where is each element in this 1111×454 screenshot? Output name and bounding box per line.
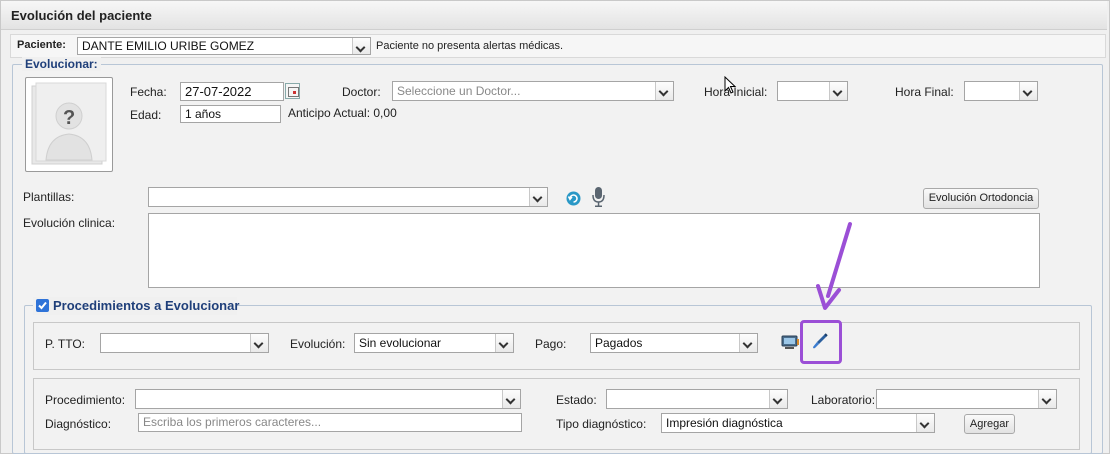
chevron-down-icon[interactable]: [352, 38, 370, 54]
hora-final-label: Hora Final:: [895, 85, 954, 99]
checkmark-icon: [38, 301, 47, 310]
svg-text:?: ?: [63, 107, 75, 129]
window-titlebar: Evolución del paciente: [1, 1, 1107, 30]
pago-select[interactable]: Pagados: [590, 333, 758, 353]
tipo-diagnostico-label: Tipo diagnóstico:: [556, 417, 647, 431]
calendar-icon[interactable]: [285, 83, 300, 99]
patient-select[interactable]: DANTE EMILIO URIBE GOMEZ: [77, 37, 371, 55]
chevron-down-icon[interactable]: [916, 414, 934, 432]
estado-label: Estado:: [556, 393, 597, 407]
chevron-down-icon[interactable]: [502, 390, 520, 408]
patient-label: Paciente:: [17, 39, 66, 51]
evolucion-filter-value: Sin evolucionar: [359, 336, 442, 350]
chevron-down-icon[interactable]: [1038, 390, 1056, 408]
diagnostico-placeholder: Escriba los primeros caracteres...: [143, 415, 322, 429]
evolucion-ortodoncia-button[interactable]: Evolución Ortodoncia: [923, 188, 1039, 209]
tipo-diagnostico-select[interactable]: Impresión diagnóstica: [661, 413, 935, 433]
patient-name: DANTE EMILIO URIBE GOMEZ: [82, 39, 255, 53]
avatar-placeholder-icon: ?: [31, 82, 107, 165]
pago-value: Pagados: [595, 336, 643, 350]
procedimiento-label: Procedimiento:: [45, 393, 126, 407]
monitor-icon[interactable]: [781, 335, 800, 350]
fecha-input[interactable]: 27-07-2022: [180, 82, 284, 101]
estado-select[interactable]: [606, 389, 788, 409]
chevron-down-icon[interactable]: [250, 334, 268, 352]
patient-photo: ?: [25, 77, 113, 172]
chevron-down-icon[interactable]: [769, 390, 787, 408]
microphone-icon[interactable]: [591, 186, 606, 208]
doctor-label: Doctor:: [342, 85, 381, 99]
evolve-legend: Evolucionar:: [22, 57, 101, 71]
window-title: Evolución del paciente: [11, 8, 152, 23]
agregar-button[interactable]: Agregar: [964, 414, 1015, 434]
mouse-cursor-icon: [724, 76, 737, 94]
procedimiento-select[interactable]: [135, 389, 521, 409]
laboratorio-label: Laboratorio:: [811, 393, 876, 407]
chevron-down-icon[interactable]: [1019, 82, 1037, 100]
tipo-diagnostico-value: Impresión diagnóstica: [666, 416, 783, 430]
patient-alert-text: Paciente no presenta alertas médicas.: [376, 40, 564, 52]
ptto-label: P. TTO:: [45, 337, 86, 351]
plantillas-select[interactable]: [148, 187, 548, 207]
doctor-select[interactable]: Seleccione un Doctor...: [392, 81, 674, 101]
procedures-legend: Procedimientos a Evolucionar: [33, 297, 240, 315]
chevron-down-icon[interactable]: [495, 334, 513, 352]
laboratorio-select[interactable]: [876, 389, 1057, 409]
edad-input[interactable]: 1 años: [180, 105, 281, 123]
chevron-down-icon[interactable]: [655, 82, 673, 100]
hora-inicial-select[interactable]: [777, 81, 848, 101]
anticipo-text: Anticipo Actual: 0,00: [288, 106, 397, 120]
diagnostico-input[interactable]: Escriba los primeros caracteres...: [138, 413, 522, 432]
evolucion-filter-select[interactable]: Sin evolucionar: [354, 333, 514, 353]
pago-label: Pago:: [535, 337, 567, 351]
ptto-select[interactable]: [100, 333, 269, 353]
evolucion-filter-label: Evolución:: [290, 337, 346, 351]
fecha-label: Fecha:: [130, 85, 167, 99]
chevron-down-icon[interactable]: [739, 334, 757, 352]
annotation-arrow-icon: [816, 222, 852, 310]
refresh-icon[interactable]: [565, 190, 582, 207]
doctor-placeholder: Seleccione un Doctor...: [397, 84, 521, 98]
procedures-legend-text: Procedimientos a Evolucionar: [53, 298, 240, 313]
plantillas-label: Plantillas:: [23, 190, 75, 204]
procedures-checkbox[interactable]: [36, 299, 49, 312]
chevron-down-icon[interactable]: [829, 82, 847, 100]
evolucion-clinica-label: Evolución clinica:: [23, 216, 116, 230]
edad-label: Edad:: [130, 108, 162, 122]
chevron-down-icon[interactable]: [529, 188, 547, 206]
evolucion-clinica-textarea[interactable]: [148, 213, 1040, 288]
hora-final-select[interactable]: [964, 81, 1038, 101]
diagnostico-label: Diagnóstico:: [45, 417, 112, 431]
brush-icon[interactable]: [810, 331, 830, 351]
